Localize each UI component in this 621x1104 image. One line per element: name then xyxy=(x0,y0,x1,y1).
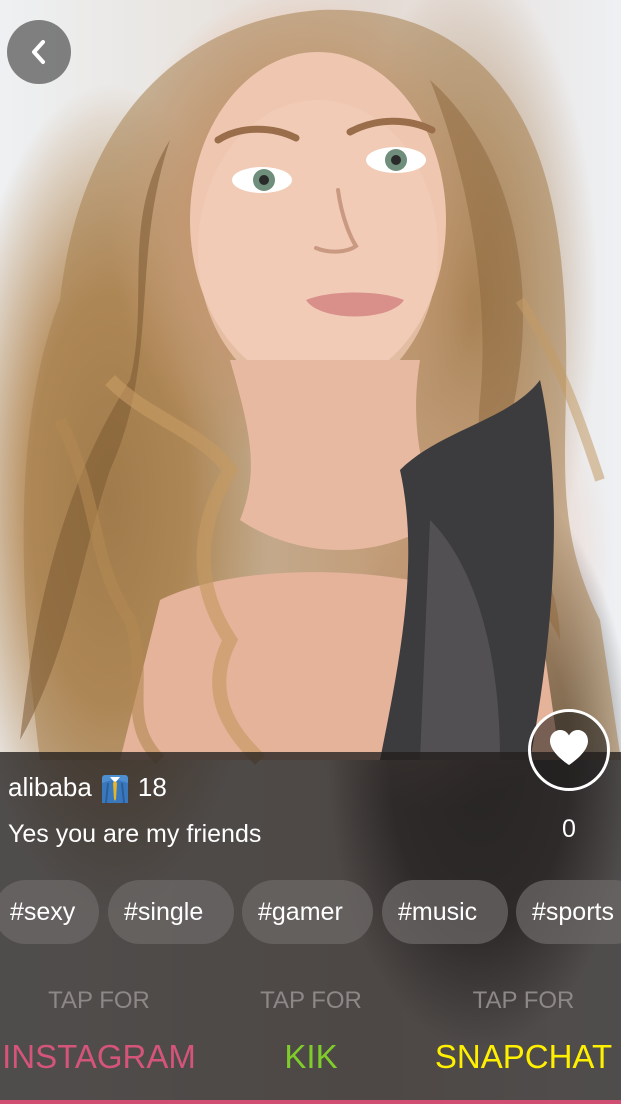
kik-link[interactable]: TAP FOR KIK xyxy=(232,984,390,1079)
snapchat-link[interactable]: TAP FOR SNAPCHAT xyxy=(426,984,621,1079)
username: alibaba xyxy=(8,771,92,802)
tag-music[interactable]: #music xyxy=(382,880,508,944)
like-count: 0 xyxy=(562,815,576,843)
back-button[interactable] xyxy=(7,20,71,84)
instagram-tap-label: TAP FOR xyxy=(48,987,150,1014)
status-message: Yes you are my friends xyxy=(8,820,262,848)
user-age: 18 xyxy=(137,771,167,802)
instagram-label: INSTAGRAM xyxy=(2,1038,196,1075)
accent-bar xyxy=(0,1100,621,1104)
businessman-emoji-icon xyxy=(100,771,130,804)
heart-icon xyxy=(548,729,590,772)
hashtag-list: #sexy #single #gamer #music #sports xyxy=(0,880,621,944)
snapchat-label: SNAPCHAT xyxy=(434,1038,613,1075)
tag-sexy[interactable]: #sexy xyxy=(0,880,99,944)
tag-gamer[interactable]: #gamer xyxy=(242,880,373,944)
tag-sports[interactable]: #sports xyxy=(516,880,621,944)
kik-label: KIK xyxy=(284,1038,338,1075)
instagram-link[interactable]: TAP FOR INSTAGRAM xyxy=(0,984,202,1079)
kik-tap-label: TAP FOR xyxy=(260,987,362,1014)
snapchat-tap-label: TAP FOR xyxy=(472,987,575,1014)
tag-single[interactable]: #single xyxy=(108,880,234,944)
chevron-left-icon xyxy=(28,39,50,65)
user-line: alibaba 18 xyxy=(8,770,167,804)
like-button[interactable] xyxy=(528,709,610,791)
